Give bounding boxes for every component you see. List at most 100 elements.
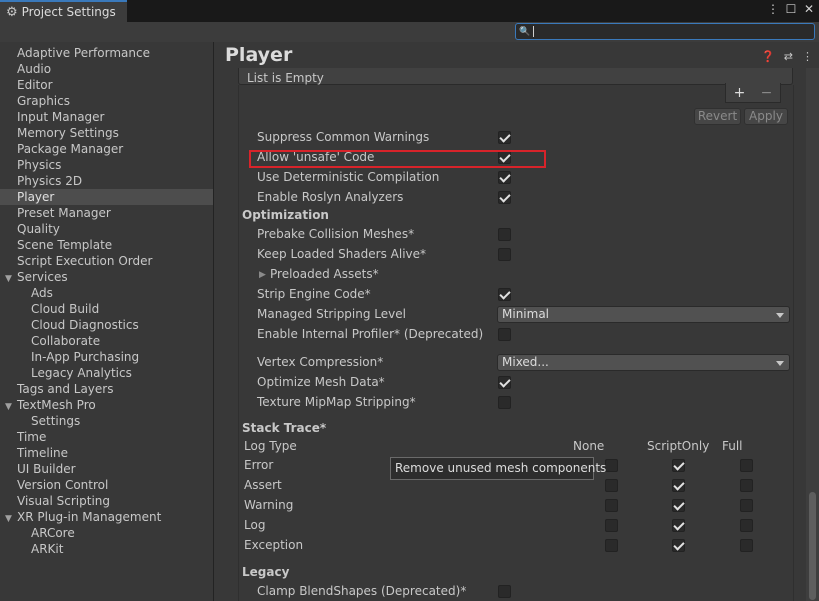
sidebar-item-cloud-build[interactable]: Cloud Build: [0, 301, 213, 317]
vertical-scrollbar[interactable]: [806, 68, 819, 601]
search-input[interactable]: 🔍: [515, 23, 815, 40]
close-icon[interactable]: ✕: [803, 2, 815, 16]
error-scriptonly-checkbox[interactable]: [672, 459, 685, 472]
preset-icon[interactable]: ⇄: [784, 50, 793, 63]
keep-loaded-shaders-checkbox[interactable]: [498, 248, 511, 261]
sidebar-item-settings[interactable]: Settings: [0, 413, 213, 429]
sidebar-item-preset-manager[interactable]: Preset Manager: [0, 205, 213, 221]
gear-icon: ⚙: [6, 4, 18, 20]
sidebar-item-scene-template[interactable]: Scene Template: [0, 237, 213, 253]
texture-mipmap-stripping-checkbox[interactable]: [498, 396, 511, 409]
sidebar-item-memory-settings[interactable]: Memory Settings: [0, 125, 213, 141]
apply-button[interactable]: Apply: [744, 108, 788, 125]
sidebar-item-editor[interactable]: Editor: [0, 77, 213, 93]
sidebar-item-visual-scripting[interactable]: Visual Scripting: [0, 493, 213, 509]
vertex-compression-dropdown[interactable]: Mixed...: [497, 354, 790, 371]
sidebar-item-physics[interactable]: Physics: [0, 157, 213, 173]
sidebar-item-graphics[interactable]: Graphics: [0, 93, 213, 109]
sidebar-item-cloud-diagnostics[interactable]: Cloud Diagnostics: [0, 317, 213, 333]
deterministic-compilation-checkbox[interactable]: [498, 171, 511, 184]
log-full-checkbox[interactable]: [740, 519, 753, 532]
preloaded-assets-foldout[interactable]: Preloaded Assets*: [270, 267, 379, 281]
sidebar-item-legacy-analytics[interactable]: Legacy Analytics: [0, 365, 213, 381]
stack-trace-row-label: Assert: [244, 478, 282, 492]
sidebar-item-arcore[interactable]: ARCore: [0, 525, 213, 541]
vertex-compression-value: Mixed...: [502, 355, 549, 369]
sidebar-item-arkit[interactable]: ARKit: [0, 541, 213, 557]
suppress-common-warnings-checkbox[interactable]: [498, 131, 511, 144]
internal-profiler-label: Enable Internal Profiler* (Deprecated): [257, 327, 484, 341]
sidebar-item-xr-plug-in-management[interactable]: ▼ XR Plug-in Management: [0, 509, 213, 525]
scrollbar-thumb[interactable]: [809, 492, 816, 600]
sidebar-item-label: Audio: [17, 62, 52, 76]
roslyn-analyzers-checkbox[interactable]: [498, 191, 511, 204]
sidebar-item-in-app-purchasing[interactable]: In-App Purchasing: [0, 349, 213, 365]
scriptonly-column-header: ScriptOnly: [647, 439, 710, 453]
sidebar-item-textmesh-pro[interactable]: ▼ TextMesh Pro: [0, 397, 213, 413]
sidebar-item-script-execution-order[interactable]: Script Execution Order: [0, 253, 213, 269]
foldout-arrow-icon[interactable]: ▶: [259, 270, 266, 280]
sidebar-item-audio[interactable]: Audio: [0, 61, 213, 77]
sidebar-item-label: Memory Settings: [17, 126, 119, 140]
assert-none-checkbox[interactable]: [605, 479, 618, 492]
error-none-checkbox[interactable]: [605, 459, 618, 472]
sidebar-item-version-control[interactable]: Version Control: [0, 477, 213, 493]
warning-full-checkbox[interactable]: [740, 499, 753, 512]
exception-full-checkbox[interactable]: [740, 539, 753, 552]
assert-scriptonly-checkbox[interactable]: [672, 479, 685, 492]
tooltip: Remove unused mesh components: [390, 457, 606, 480]
sidebar-item-label: TextMesh Pro: [17, 398, 96, 412]
maximize-icon[interactable]: ☐: [785, 2, 797, 16]
warning-none-checkbox[interactable]: [605, 499, 618, 512]
full-column-header: Full: [722, 439, 743, 453]
sidebar-item-services[interactable]: ▼ Services: [0, 269, 213, 285]
optimize-mesh-data-checkbox[interactable]: [498, 376, 511, 389]
keep-loaded-shaders-label: Keep Loaded Shaders Alive*: [257, 247, 427, 261]
suppress-common-warnings-label: Suppress Common Warnings: [257, 130, 430, 144]
internal-profiler-checkbox[interactable]: [498, 328, 511, 341]
sidebar-item-ads[interactable]: Ads: [0, 285, 213, 301]
expand-arrow-icon[interactable]: ▼: [5, 399, 17, 415]
exception-scriptonly-checkbox[interactable]: [672, 539, 685, 552]
help-icon[interactable]: ❓: [761, 50, 775, 63]
more-icon[interactable]: ⋮: [802, 50, 813, 63]
prebake-collision-checkbox[interactable]: [498, 228, 511, 241]
expand-arrow-icon[interactable]: ▼: [5, 511, 17, 527]
stack-trace-header: Stack Trace*: [242, 421, 327, 435]
log-scriptonly-checkbox[interactable]: [672, 519, 685, 532]
sidebar-item-timeline[interactable]: Timeline: [0, 445, 213, 461]
log-type-column-header: Log Type: [244, 439, 297, 453]
sidebar-item-player[interactable]: Player: [0, 189, 213, 205]
sidebar-item-adaptive-performance[interactable]: Adaptive Performance: [0, 45, 213, 61]
sidebar-item-time[interactable]: Time: [0, 429, 213, 445]
clamp-blendshapes-checkbox[interactable]: [498, 585, 511, 598]
stack-trace-row-label: Error: [244, 458, 274, 472]
exception-none-checkbox[interactable]: [605, 539, 618, 552]
sidebar-item-label: Player: [17, 190, 55, 204]
sidebar-item-quality[interactable]: Quality: [0, 221, 213, 237]
settings-sidebar: Adaptive Performance Audio Editor Graphics I…: [0, 42, 214, 601]
add-button[interactable]: +: [734, 85, 746, 101]
vertex-compression-label: Vertex Compression*: [257, 355, 384, 369]
revert-button[interactable]: Revert: [694, 108, 741, 125]
log-none-checkbox[interactable]: [605, 519, 618, 532]
expand-arrow-icon[interactable]: ▼: [5, 271, 17, 287]
sidebar-item-tags-and-layers[interactable]: Tags and Layers: [0, 381, 213, 397]
sidebar-item-collaborate[interactable]: Collaborate: [0, 333, 213, 349]
warning-scriptonly-checkbox[interactable]: [672, 499, 685, 512]
more-menu-icon[interactable]: ⋮: [767, 2, 779, 16]
sidebar-item-package-manager[interactable]: Package Manager: [0, 141, 213, 157]
project-settings-tab[interactable]: ⚙ Project Settings: [0, 0, 127, 22]
sidebar-item-input-manager[interactable]: Input Manager: [0, 109, 213, 125]
none-column-header: None: [573, 439, 605, 453]
strip-engine-code-checkbox[interactable]: [498, 288, 511, 301]
managed-stripping-dropdown[interactable]: Minimal: [497, 306, 790, 323]
sidebar-item-label: Ads: [31, 286, 53, 300]
stack-trace-row-label: Log: [244, 518, 266, 532]
error-full-checkbox[interactable]: [740, 459, 753, 472]
sidebar-item-physics-2d[interactable]: Physics 2D: [0, 173, 213, 189]
remove-button[interactable]: −: [761, 85, 773, 101]
sidebar-item-ui-builder[interactable]: UI Builder: [0, 461, 213, 477]
assert-full-checkbox[interactable]: [740, 479, 753, 492]
sidebar-item-label: Physics: [17, 158, 62, 172]
